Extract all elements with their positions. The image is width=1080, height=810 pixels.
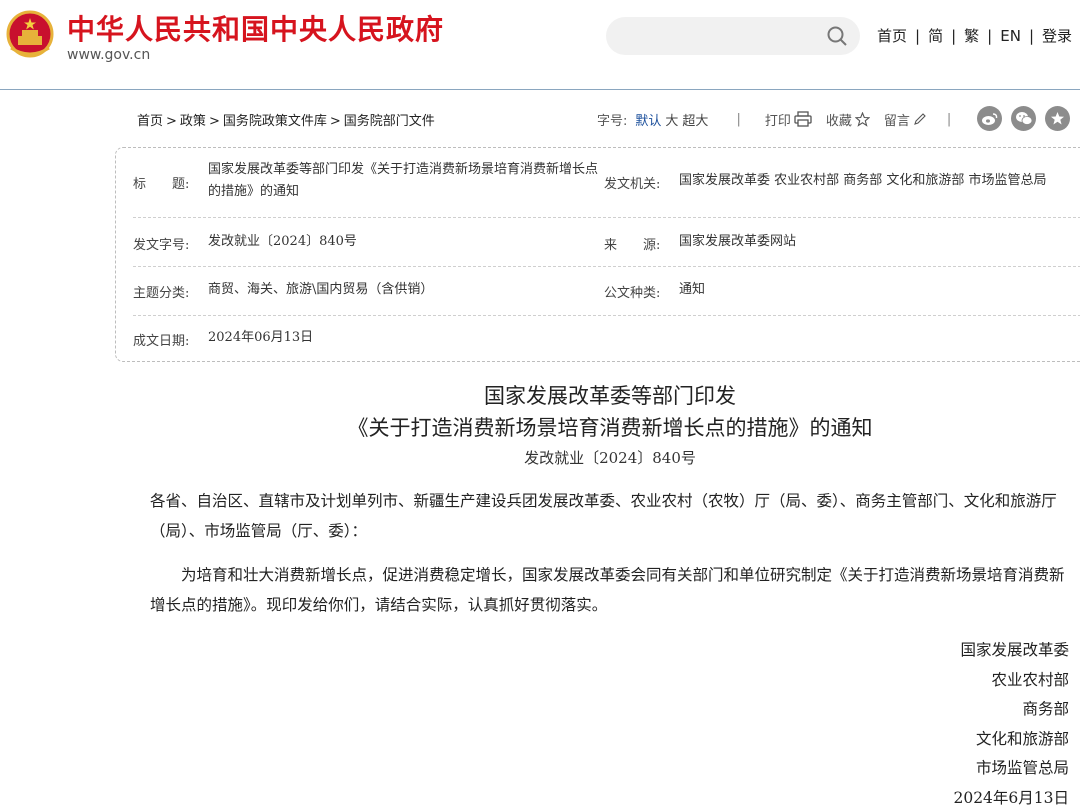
- source-value: 国家发展改革委网站: [679, 234, 797, 249]
- toolbar-separator: |: [736, 111, 741, 127]
- date-label: 成文日期:: [133, 334, 190, 349]
- search-input[interactable]: [606, 17, 860, 55]
- info-row-docno: 发文字号: 发改就业〔2024〕840号 来 源: 国家发展改革委网站: [133, 219, 1080, 267]
- font-size-large[interactable]: 大: [665, 110, 678, 129]
- weibo-share-button[interactable]: [977, 106, 1002, 131]
- doc-no-value: 发改就业〔2024〕840号: [208, 234, 357, 249]
- signatory-commerce: 商务部: [1022, 700, 1069, 718]
- nav-home[interactable]: 首页: [877, 25, 907, 46]
- document-number: 发改就业〔2024〕840号: [524, 449, 696, 467]
- date-value: 2024年06月13日: [208, 330, 314, 345]
- topic-label: 主题分类:: [133, 286, 190, 301]
- breadcrumb: 首页 > 政策 > 国务院政策文件库 > 国务院部门文件: [137, 114, 435, 129]
- breadcrumb-policy[interactable]: 政策: [180, 114, 206, 129]
- signatory-agriculture: 农业农村部: [991, 671, 1069, 689]
- wechat-icon: [1015, 112, 1032, 125]
- font-size-default[interactable]: 默认: [635, 110, 661, 129]
- signatory-market-regulation: 市场监管总局: [975, 759, 1069, 777]
- doc-no-label: 发文字号:: [133, 238, 190, 253]
- signing-date: 2024年6月13日: [953, 789, 1069, 807]
- nav-english[interactable]: EN: [1000, 27, 1021, 45]
- source-label: 来 源:: [604, 238, 661, 253]
- site-title[interactable]: 中华人民共和国中央人民政府: [67, 8, 444, 48]
- title-value: 国家发展改革委等部门印发《关于打造消费新场景培育消费新增长点的措施》的通知: [208, 162, 599, 199]
- site-url[interactable]: www.gov.cn: [67, 47, 150, 63]
- type-value: 通知: [679, 282, 706, 297]
- weibo-icon: [982, 112, 998, 125]
- type-label: 公文种类:: [604, 286, 661, 301]
- document-info-table: 标 题: 国家发展改革委等部门印发《关于打造消费新场景培育消费新增长点的措施》的…: [115, 147, 1080, 362]
- comment-label: 留言: [883, 113, 910, 129]
- issuer-value: 国家发展改革委 农业农村部 商务部 文化和旅游部 市场监管总局: [679, 173, 1047, 188]
- nav-separator: |: [915, 26, 921, 45]
- title-label: 标 题:: [133, 177, 190, 192]
- topic-value: 商贸、海关、旅游\国内贸易（含供销）: [208, 282, 434, 297]
- search-icon[interactable]: [826, 25, 848, 47]
- star-outline-icon: [854, 111, 870, 127]
- document-title-line-2: 《关于打造消费新场景培育消费新增长点的措施》的通知: [347, 416, 873, 440]
- nav-separator: |: [1028, 26, 1034, 45]
- info-row-topic: 主题分类: 商贸、海关、旅游\国内贸易（含供销） 公文种类: 通知: [133, 268, 1080, 316]
- breadcrumb-library[interactable]: 国务院政策文件库: [223, 114, 327, 129]
- signatory-culture-tourism: 文化和旅游部: [975, 730, 1069, 748]
- star-icon: [1051, 112, 1064, 125]
- top-nav: 首页 | 简 | 繁 | EN | 登录: [877, 25, 1072, 46]
- nav-simplified[interactable]: 简: [928, 25, 943, 46]
- signatory-ndrc: 国家发展改革委: [960, 641, 1069, 659]
- issuer-label: 发文机关:: [604, 177, 661, 192]
- national-emblem-icon[interactable]: [5, 10, 55, 60]
- info-row-date: 成文日期: 2024年06月13日: [133, 317, 1080, 362]
- nav-traditional[interactable]: 繁: [964, 25, 979, 46]
- font-size-label: 字号:: [597, 113, 628, 129]
- print-button[interactable]: 打印: [765, 110, 812, 129]
- pencil-icon: [914, 113, 926, 125]
- document-title-line-1: 国家发展改革委等部门印发: [484, 384, 736, 408]
- nav-separator: |: [987, 26, 993, 45]
- site-header: 中华人民共和国中央人民政府 www.gov.cn 首页 | 简 | 繁 | EN…: [0, 0, 1080, 90]
- nav-separator: |: [951, 26, 957, 45]
- nav-login[interactable]: 登录: [1042, 25, 1072, 46]
- print-label: 打印: [764, 113, 791, 129]
- body-paragraph: 为培育和壮大消费新增长点，促进消费稳定增长，国家发展改革委会同有关部门和单位研究…: [150, 566, 1065, 614]
- salutation-paragraph: 各省、自治区、直辖市及计划单列市、新疆生产建设兵团发展改革委、农业农村（农牧）厅…: [150, 492, 1057, 540]
- star-share-button[interactable]: [1045, 106, 1070, 131]
- favorite-label: 收藏: [825, 113, 852, 129]
- toolbar-separator: |: [946, 111, 952, 127]
- article-toolbar: 字号: 默认 大 超大 | 打印 收藏 留言 |: [597, 105, 975, 133]
- favorite-button[interactable]: 收藏: [826, 110, 870, 129]
- comment-button[interactable]: 留言: [884, 110, 927, 129]
- breadcrumb-home[interactable]: 首页: [137, 114, 163, 129]
- wechat-share-button[interactable]: [1011, 106, 1036, 131]
- printer-icon: [794, 111, 812, 127]
- breadcrumb-dept-docs[interactable]: 国务院部门文件: [344, 114, 435, 129]
- font-size-xlarge[interactable]: 超大: [682, 110, 708, 129]
- info-row-title: 标 题: 国家发展改革委等部门印发《关于打造消费新场景培育消费新增长点的措施》的…: [133, 148, 1080, 218]
